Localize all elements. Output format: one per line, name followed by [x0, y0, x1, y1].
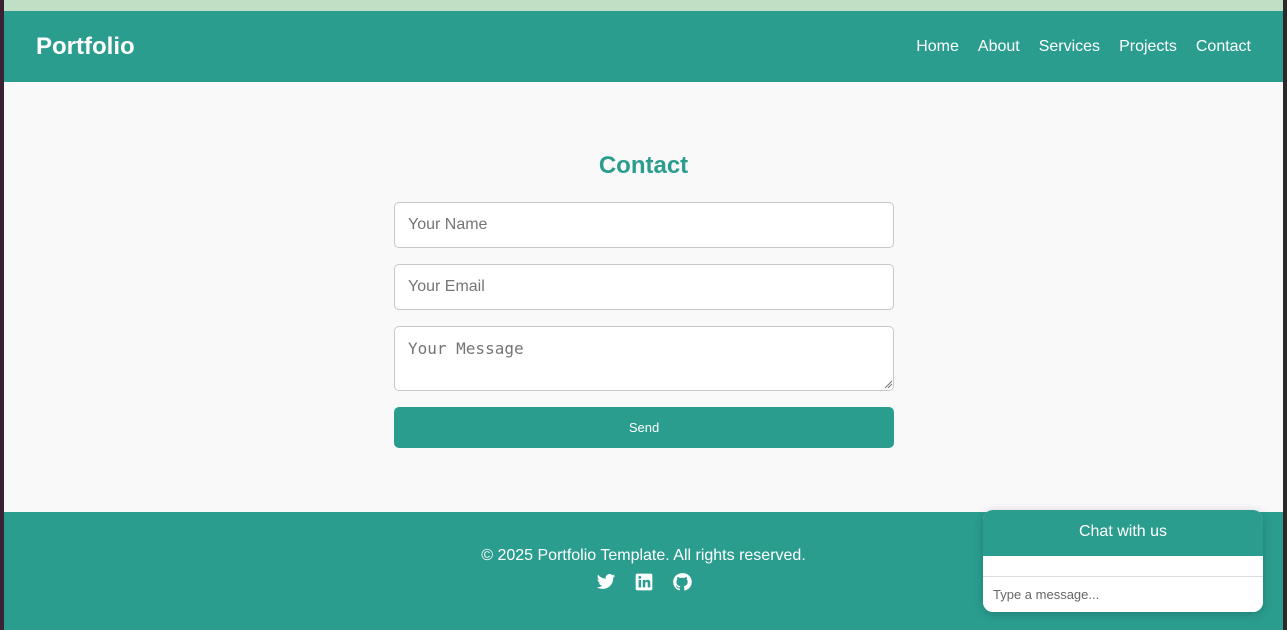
- contact-section: Contact Send: [4, 82, 1283, 512]
- email-input[interactable]: [394, 264, 894, 310]
- nav-link-services[interactable]: Services: [1039, 38, 1100, 56]
- nav-link-about[interactable]: About: [978, 38, 1020, 56]
- top-strip: [4, 0, 1283, 11]
- linkedin-icon[interactable]: [634, 572, 654, 592]
- chat-widget: Chat with us: [983, 510, 1263, 612]
- send-button[interactable]: Send: [394, 407, 894, 448]
- name-input[interactable]: [394, 202, 894, 248]
- nav-link-contact[interactable]: Contact: [1196, 38, 1251, 56]
- github-icon[interactable]: [672, 572, 692, 592]
- contact-title: Contact: [598, 152, 689, 179]
- window-right-edge: [1283, 0, 1287, 630]
- resize-grip-icon[interactable]: [883, 379, 893, 389]
- nav-links: Home About Services Projects Contact: [916, 38, 1251, 56]
- chat-input[interactable]: [983, 577, 1263, 612]
- navbar: Portfolio Home About Services Projects C…: [4, 11, 1283, 82]
- message-textarea[interactable]: [394, 326, 894, 391]
- brand-logo[interactable]: Portfolio: [36, 33, 135, 61]
- twitter-icon[interactable]: [596, 572, 616, 592]
- nav-link-projects[interactable]: Projects: [1119, 38, 1177, 56]
- chat-messages: [983, 556, 1263, 577]
- chat-header[interactable]: Chat with us: [983, 510, 1263, 556]
- nav-link-home[interactable]: Home: [916, 38, 959, 56]
